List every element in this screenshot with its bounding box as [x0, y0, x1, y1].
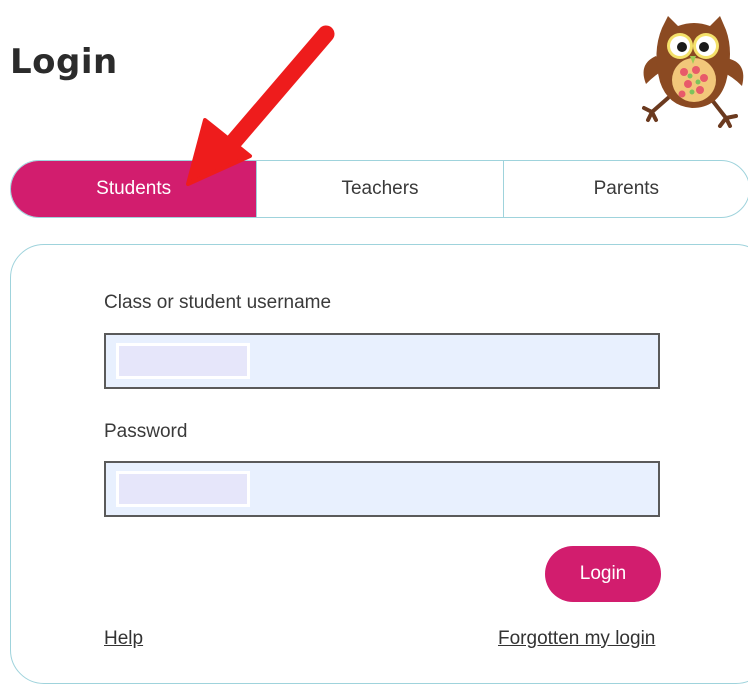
- password-input[interactable]: [116, 471, 250, 507]
- forgotten-login-link[interactable]: Forgotten my login: [498, 628, 655, 650]
- help-link[interactable]: Help: [104, 628, 143, 650]
- role-tabs: Students Teachers Parents: [10, 160, 748, 218]
- tab-students[interactable]: Students: [11, 161, 257, 217]
- login-button[interactable]: Login: [545, 546, 661, 602]
- username-field[interactable]: [104, 333, 660, 389]
- tab-parents[interactable]: Parents: [502, 161, 748, 217]
- password-field[interactable]: [104, 461, 660, 517]
- password-label: Password: [104, 421, 188, 442]
- page-title: Login: [10, 42, 118, 82]
- username-input[interactable]: [116, 343, 250, 379]
- owl-mascot-icon: [642, 16, 744, 128]
- username-label: Class or student username: [104, 292, 332, 313]
- tab-teachers[interactable]: Teachers: [256, 161, 502, 217]
